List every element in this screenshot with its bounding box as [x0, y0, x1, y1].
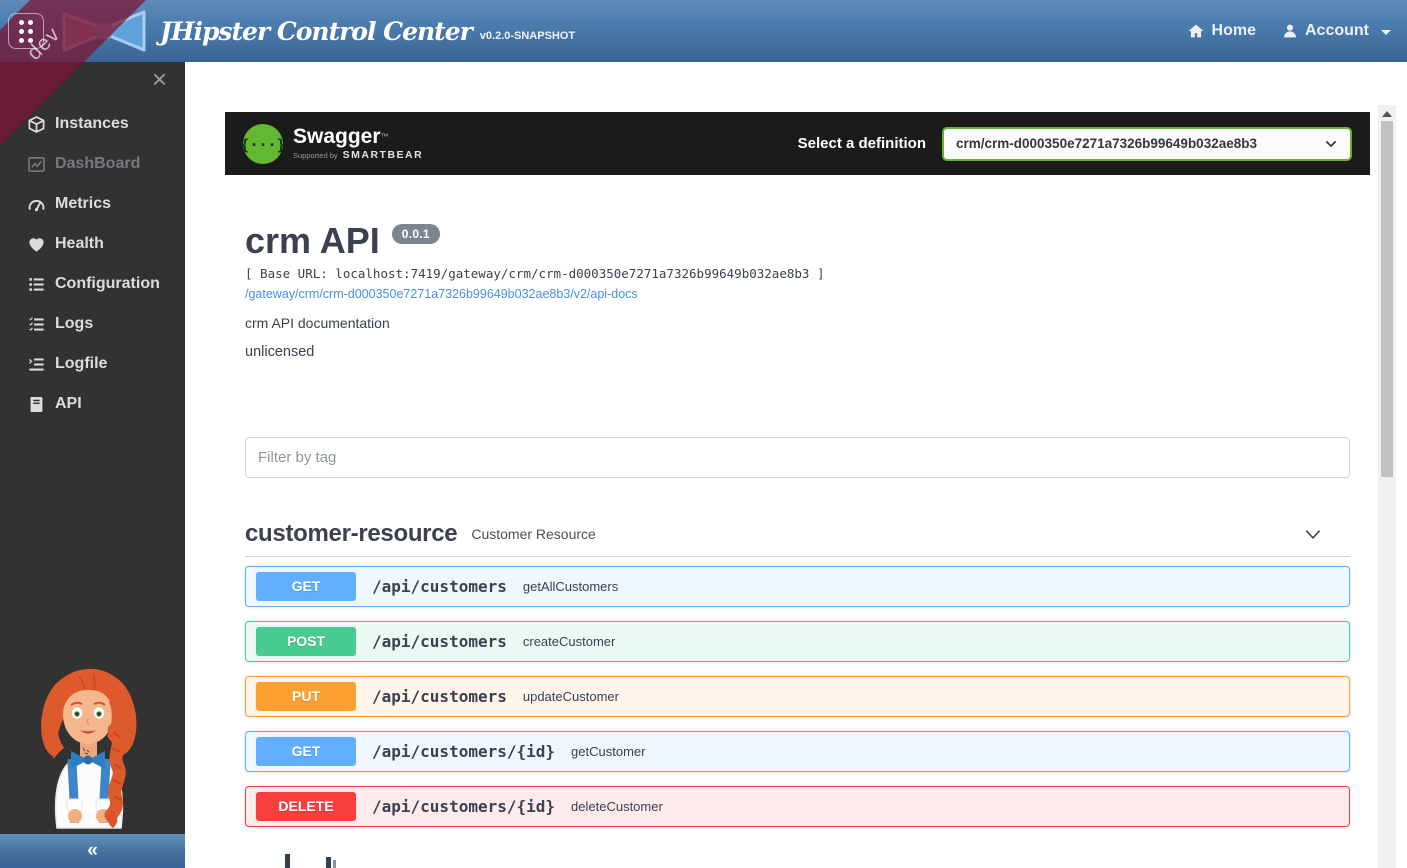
api-version-badge: 0.0.1	[392, 224, 440, 244]
select-definition-label: Select a definition	[798, 135, 926, 152]
logfile-icon	[27, 355, 46, 374]
sidebar-item-label: DashBoard	[55, 155, 140, 173]
definition-select-value: crm/crm-d000350e7271a7326b99649b032ae8b3	[956, 136, 1257, 151]
operation-row[interactable]: DELETE /api/customers/{id} deleteCustome…	[245, 786, 1350, 827]
sidebar-item-label: Instances	[55, 115, 129, 133]
main-content: {···} Swagger™ Supported by SMARTBEAR Se…	[185, 62, 1407, 868]
swagger-logo: {···} Swagger™ Supported by SMARTBEAR	[243, 124, 423, 164]
operation-summary: updateCustomer	[523, 689, 619, 704]
dashboard-icon	[27, 155, 46, 174]
definition-select[interactable]: crm/crm-d000350e7271a7326b99649b032ae8b3	[942, 127, 1352, 161]
home-icon	[1187, 22, 1205, 40]
sidebar-item[interactable]: Metrics	[0, 184, 185, 224]
operation-summary: getAllCustomers	[523, 579, 618, 594]
swagger-logo-text: Swagger	[293, 125, 381, 148]
sidebar-item[interactable]: API	[0, 384, 185, 424]
api-license: unlicensed	[245, 344, 1350, 360]
configuration-icon	[27, 275, 46, 294]
method-badge: PUT	[256, 682, 356, 711]
sidebar-item-label: Logs	[55, 315, 93, 333]
operation-path: /api/customers	[372, 577, 507, 596]
method-badge: GET	[256, 572, 356, 601]
user-icon	[1282, 23, 1298, 39]
operation-path: /api/customers	[372, 632, 507, 651]
operation-path: /api/customers/{id}	[372, 797, 555, 816]
sidebar-item[interactable]: Health	[0, 224, 185, 264]
supported-by-label: Supported by	[293, 151, 338, 160]
filter-by-tag-input[interactable]	[245, 437, 1350, 478]
sidebar-item-label: Metrics	[55, 195, 111, 213]
operation-row[interactable]: PUT /api/customers updateCustomer	[245, 676, 1350, 717]
section-toggle-customer-resource[interactable]: customer-resource Customer Resource	[245, 512, 1350, 557]
api-title: crm API	[245, 222, 380, 260]
trademark-mark: ™	[381, 132, 389, 141]
close-icon[interactable]: ×	[152, 64, 167, 94]
section-name: customer-resource	[245, 520, 457, 548]
api-description: crm API documentation	[245, 315, 1350, 331]
app-version: v0.2.0-SNAPSHOT	[480, 30, 575, 42]
apps-grid-icon	[19, 20, 33, 43]
scrollbar[interactable]	[1378, 105, 1396, 868]
logs-icon	[27, 315, 46, 334]
jhipster-mascot-illustration	[18, 660, 160, 832]
app-title: JHipster Control Center	[160, 17, 472, 46]
operation-path: /api/customers	[372, 687, 507, 706]
caret-down-icon	[1381, 30, 1391, 35]
home-link[interactable]: Home	[1187, 22, 1256, 40]
section-description: Customer Resource	[471, 526, 596, 542]
operation-row[interactable]: GET /api/customers getAllCustomers	[245, 566, 1350, 607]
operation-row[interactable]: GET /api/customers/{id} getCustomer	[245, 731, 1350, 772]
api-docs-link[interactable]: /gateway/crm/crm-d000350e7271a7326b99649…	[245, 287, 638, 301]
method-badge: GET	[256, 737, 356, 766]
chevron-down-icon	[1302, 523, 1324, 545]
health-icon	[27, 235, 46, 254]
chevron-down-icon	[1324, 137, 1338, 151]
sidebar-item-label: API	[55, 395, 82, 413]
sidebar-item[interactable]: DashBoard	[0, 144, 185, 184]
jhipster-bowtie-logo-icon	[58, 6, 150, 56]
brand: JHipster Control Center v0.2.0-SNAPSHOT	[58, 0, 575, 62]
api-info: crm API 0.0.1 [ Base URL: localhost:7419…	[245, 222, 1350, 360]
account-menu[interactable]: Account	[1282, 22, 1391, 40]
svg-text:{···}: {···}	[243, 136, 283, 154]
sidebar-item-label: Health	[55, 235, 104, 253]
operation-path: /api/customers/{id}	[372, 742, 555, 761]
sidebar-menu: Instances DashBoard Metrics Health Confi…	[0, 104, 185, 424]
sidebar-item[interactable]: Instances	[0, 104, 185, 144]
home-label: Home	[1212, 22, 1256, 40]
base-url: [ Base URL: localhost:7419/gateway/crm/c…	[245, 266, 1350, 281]
swagger-topbar: {···} Swagger™ Supported by SMARTBEAR Se…	[225, 112, 1370, 175]
sidebar-item-label: Logfile	[55, 355, 107, 373]
sidebar-item[interactable]: Logfile	[0, 344, 185, 384]
scrollbar-up-arrow[interactable]	[1382, 111, 1392, 117]
top-navbar: JHipster Control Center v0.2.0-SNAPSHOT …	[0, 0, 1407, 62]
smartbear-label: SMARTBEAR	[343, 149, 424, 161]
method-badge: DELETE	[256, 792, 356, 821]
sidebar-item[interactable]: Logs	[0, 304, 185, 344]
metrics-icon	[27, 195, 46, 214]
sidebar-item[interactable]: Configuration	[0, 264, 185, 304]
account-label: Account	[1305, 22, 1369, 40]
method-badge: POST	[256, 627, 356, 656]
operation-summary: getCustomer	[571, 744, 645, 759]
apps-grid-button[interactable]	[8, 13, 44, 49]
swagger-logo-icon: {···}	[243, 124, 283, 164]
api-icon	[27, 395, 46, 414]
sidebar-collapse-button[interactable]: «	[0, 834, 185, 868]
operation-summary: createCustomer	[523, 634, 615, 649]
sidebar-item-label: Configuration	[55, 275, 160, 293]
instances-icon	[27, 115, 46, 134]
operations-list: GET /api/customers getAllCustomers POST …	[245, 566, 1350, 841]
scrollbar-thumb[interactable]	[1381, 121, 1393, 477]
operation-summary: deleteCustomer	[571, 799, 663, 814]
sidebar: × Instances DashBoard Metrics Health	[0, 62, 185, 868]
operation-row[interactable]: POST /api/customers createCustomer	[245, 621, 1350, 662]
collapse-icon: «	[87, 840, 98, 862]
